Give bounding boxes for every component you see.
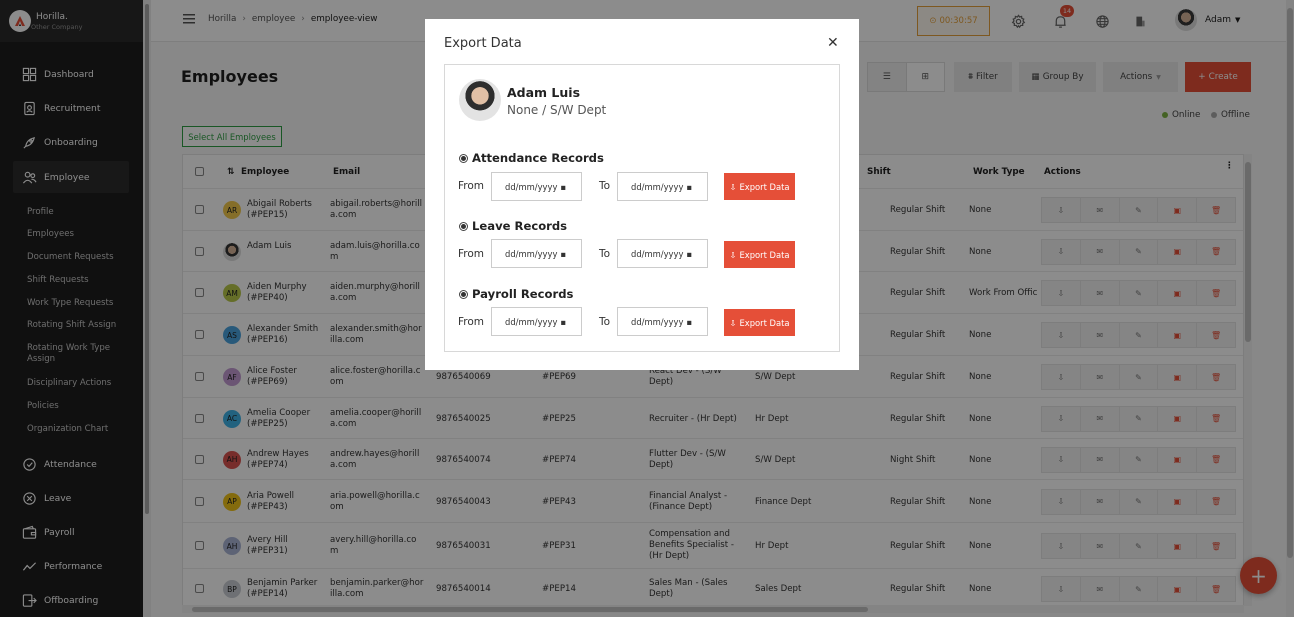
export-label: Export Data bbox=[739, 181, 790, 192]
section-label: Attendance Records bbox=[472, 151, 604, 165]
payroll-records-heading[interactable]: Payroll Records bbox=[459, 287, 573, 301]
calendar-icon: ▪ bbox=[560, 316, 567, 327]
payroll-from-date-input[interactable]: dd/mm/yyyy ▪ bbox=[491, 307, 582, 336]
close-icon: ✕ bbox=[827, 35, 839, 51]
app: Horilla. Other Company Dashboard Recruit… bbox=[0, 0, 1294, 617]
calendar-icon: ▪ bbox=[560, 248, 567, 259]
leave-to-date-input[interactable]: dd/mm/yyyy ▪ bbox=[617, 239, 708, 268]
attendance-to-date-input[interactable]: dd/mm/yyyy ▪ bbox=[617, 172, 708, 201]
section-label: Payroll Records bbox=[472, 287, 574, 301]
export-icon: ⇩ bbox=[729, 317, 737, 328]
date-value: dd/mm/yyyy bbox=[505, 181, 558, 192]
to-label: To bbox=[599, 248, 611, 260]
to-label: To bbox=[599, 180, 611, 192]
export-icon: ⇩ bbox=[729, 181, 737, 192]
export-icon: ⇩ bbox=[729, 249, 737, 260]
date-value: dd/mm/yyyy bbox=[631, 248, 684, 259]
close-button[interactable]: ✕ bbox=[827, 35, 839, 51]
date-value: dd/mm/yyyy bbox=[631, 181, 684, 192]
leave-radio[interactable] bbox=[459, 221, 468, 231]
payroll-to-date-input[interactable]: dd/mm/yyyy ▪ bbox=[617, 307, 708, 336]
from-label: From bbox=[458, 316, 485, 328]
employee-department: None / S/W Dept bbox=[507, 103, 607, 117]
date-value: dd/mm/yyyy bbox=[631, 316, 684, 327]
date-value: dd/mm/yyyy bbox=[505, 248, 558, 259]
export-label: Export Data bbox=[739, 317, 790, 328]
attendance-export-button[interactable]: ⇩ Export Data bbox=[724, 173, 795, 200]
employee-name: Adam Luis bbox=[507, 85, 581, 100]
leave-export-button[interactable]: ⇩ Export Data bbox=[724, 241, 795, 268]
export-label: Export Data bbox=[739, 249, 790, 260]
modal-title: Export Data bbox=[444, 36, 522, 51]
attendance-from-date-input[interactable]: dd/mm/yyyy ▪ bbox=[491, 172, 582, 201]
calendar-icon: ▪ bbox=[686, 316, 693, 327]
attendance-records-heading[interactable]: Attendance Records bbox=[459, 151, 604, 165]
calendar-icon: ▪ bbox=[560, 181, 567, 192]
export-form: Adam Luis None / S/W Dept Attendance Rec… bbox=[444, 64, 840, 352]
employee-avatar bbox=[459, 79, 501, 121]
to-label: To bbox=[599, 316, 611, 328]
attendance-radio[interactable] bbox=[459, 153, 468, 163]
from-label: From bbox=[458, 248, 485, 260]
date-value: dd/mm/yyyy bbox=[505, 316, 558, 327]
calendar-icon: ▪ bbox=[686, 181, 693, 192]
payroll-radio[interactable] bbox=[459, 289, 468, 299]
leave-from-date-input[interactable]: dd/mm/yyyy ▪ bbox=[491, 239, 582, 268]
section-label: Leave Records bbox=[472, 219, 568, 233]
payroll-export-button[interactable]: ⇩ Export Data bbox=[724, 309, 795, 336]
from-label: From bbox=[458, 180, 485, 192]
leave-records-heading[interactable]: Leave Records bbox=[459, 219, 567, 233]
calendar-icon: ▪ bbox=[686, 248, 693, 259]
export-data-modal: Export Data ✕ Adam Luis None / S/W Dept … bbox=[425, 19, 859, 370]
